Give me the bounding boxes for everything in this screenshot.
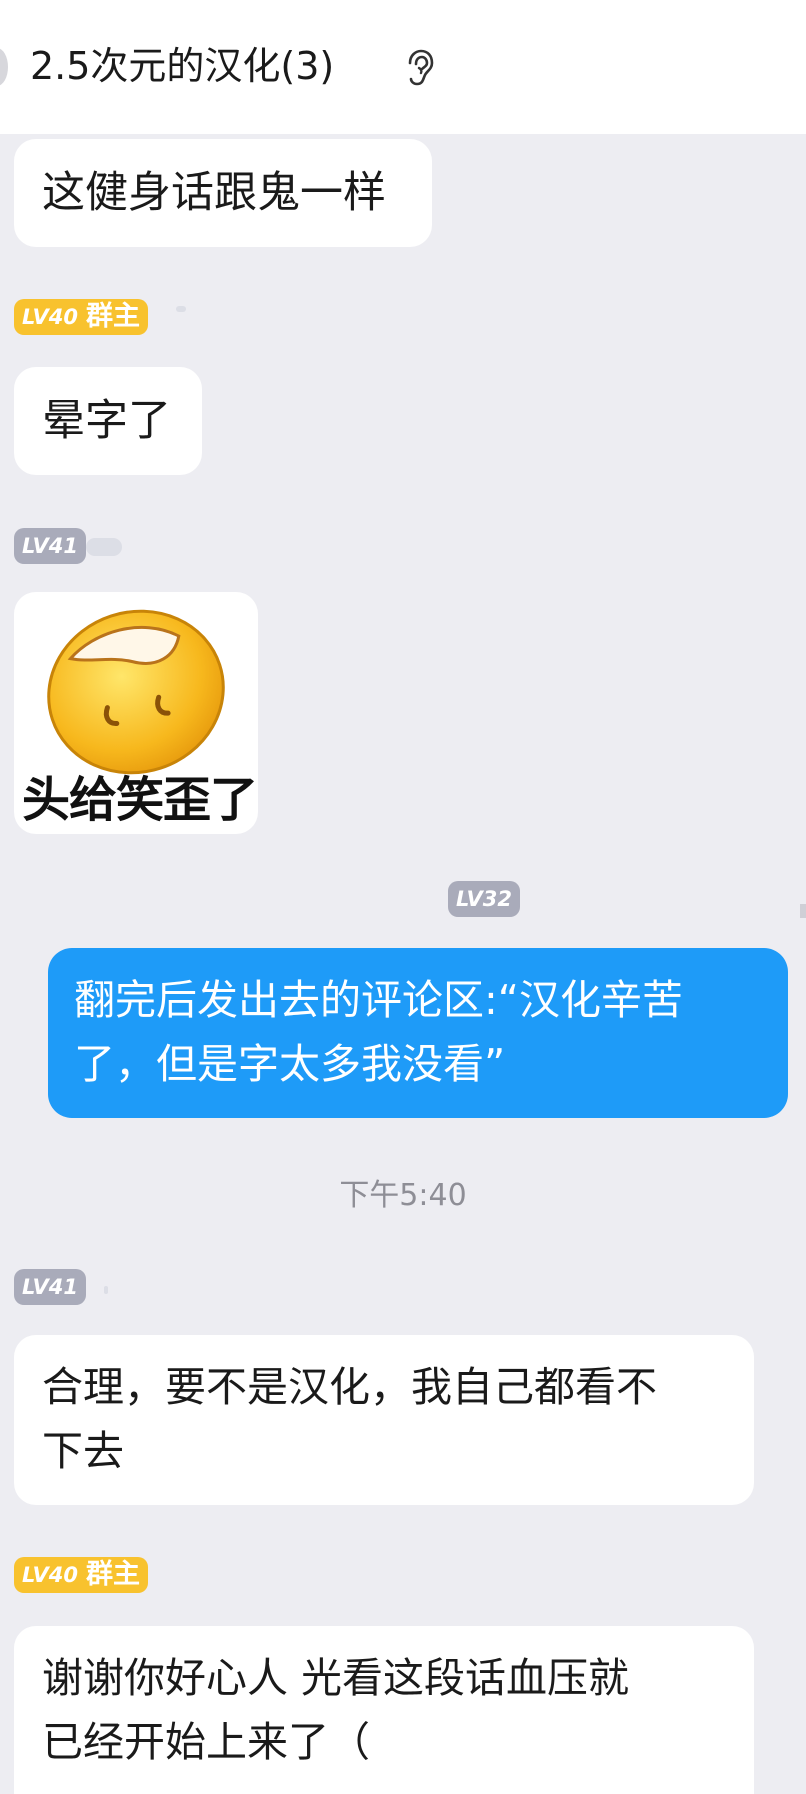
timestamp: 下午5:40 [339,1178,467,1213]
message-bubble[interactable]: 合理，要不是汉化，我自己都看不 下去 [14,1335,754,1505]
level-badge: LV40 群主 [14,1557,148,1593]
message-text: 这健身话跟鬼一样 [42,168,386,218]
message-line: 了，但是字太多我没看” [74,1040,506,1088]
badge-role: 群主 [85,1559,140,1590]
chat-header: 2.5次元的汉化(3) [0,0,806,134]
scrollbar[interactable] [800,904,806,918]
sender-name[interactable] [86,538,122,556]
level-badge: LV41 [14,528,86,564]
message-bubble[interactable]: 晕字了 [14,367,202,475]
message-line: 合理，要不是汉化，我自己都看不 [42,1363,657,1411]
level-badge: LV40 群主 [14,299,148,335]
message-line: 翻完后发出去的评论区:“汉化辛苦 [74,976,684,1024]
badge-level: LV40 [22,305,78,329]
badge-level: LV41 [22,1275,78,1299]
chat-title[interactable]: 2.5次元的汉化(3) [30,40,334,92]
level-badge: LV32 [448,881,520,917]
message-bubble[interactable]: 这健身话跟鬼一样 [14,139,432,247]
back-icon[interactable] [0,48,8,86]
message-bubble[interactable]: 谢谢你好心人 光看这段话血压就 已经开始上来了（ [14,1626,754,1794]
badge-level: LV41 [22,534,78,558]
sticker-image[interactable]: 头给笑歪了 [14,592,258,834]
sender-name[interactable] [104,1286,108,1294]
level-badge: LV41 [14,1269,86,1305]
badge-level: LV32 [456,887,512,911]
badge-role: 群主 [85,301,140,332]
badge-level: LV40 [22,1563,78,1587]
message-line: 下去 [42,1427,124,1475]
message-line: 谢谢你好心人 光看这段话血压就 [42,1654,630,1702]
sticker-caption: 头给笑歪了 [22,772,258,828]
message-line: 已经开始上来了（ [42,1718,370,1766]
self-message-bubble[interactable]: 翻完后发出去的评论区:“汉化辛苦 了，但是字太多我没看” [48,948,788,1118]
sender-name[interactable] [176,306,186,312]
ear-icon[interactable] [402,48,436,88]
message-text: 晕字了 [42,396,171,446]
